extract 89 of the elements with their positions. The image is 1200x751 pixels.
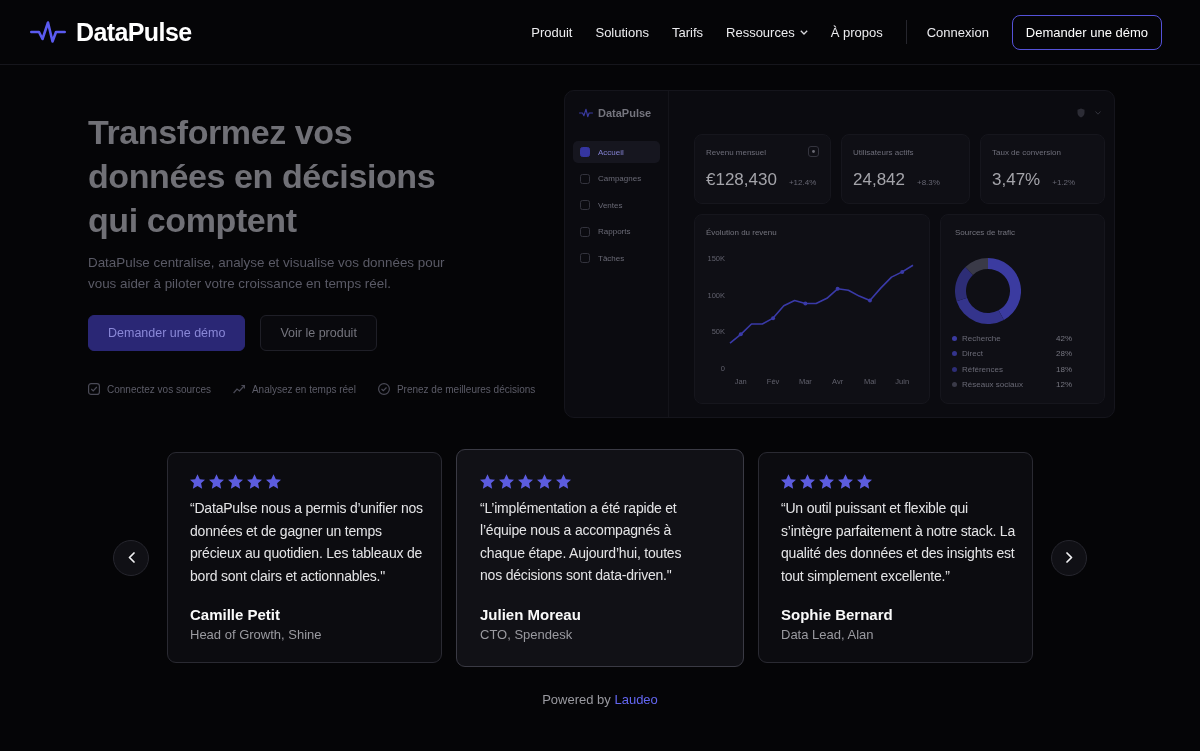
line-series bbox=[729, 264, 914, 344]
star-icon bbox=[247, 474, 262, 489]
chevron-left-icon bbox=[127, 552, 135, 563]
chart-title: Évolution du revenu bbox=[705, 228, 777, 237]
donut-chart bbox=[955, 258, 1021, 324]
trend-icon bbox=[232, 383, 245, 395]
star-icon bbox=[209, 474, 224, 489]
star-icon bbox=[228, 474, 243, 489]
kpi-label: Taux de conversion bbox=[992, 148, 1061, 157]
star-icon bbox=[518, 473, 533, 489]
donut-slice bbox=[965, 258, 988, 275]
kpi-value: 3,47% bbox=[992, 170, 1041, 190]
pulse-logo-icon bbox=[30, 20, 66, 44]
star-icon bbox=[537, 473, 552, 489]
author-name: Julien Moreau bbox=[480, 605, 581, 623]
kpi-change: +12.4% bbox=[788, 178, 817, 187]
sidebar-item[interactable]: Tâches bbox=[573, 247, 660, 269]
sidebar-item[interactable]: Campagnes bbox=[573, 167, 660, 190]
sidebar-item[interactable]: Rapports bbox=[573, 220, 660, 243]
chart-title: Sources de trafic bbox=[954, 228, 1016, 237]
nav-link[interactable]: À propos bbox=[830, 24, 883, 40]
hero-subtitle: DataPulse centralise, analyse et visualise vos données pour vous aider à piloter votre croissance en temps réel. bbox=[88, 254, 446, 293]
kpi-value: 24,842 bbox=[853, 170, 905, 190]
kpi-label: Revenu mensuel bbox=[706, 148, 767, 157]
author-role: CTO, Spendesk bbox=[480, 626, 573, 642]
demo-button[interactable]: Demander une démo bbox=[1011, 14, 1162, 50]
star-icon bbox=[556, 473, 571, 489]
demo-button[interactable]: Demander une démo bbox=[88, 315, 246, 351]
legend-label: Recherche bbox=[962, 333, 1001, 343]
login-link[interactable]: Connexion bbox=[926, 24, 989, 40]
legend-label: Direct bbox=[962, 349, 983, 359]
legend-value: 42% bbox=[1056, 333, 1072, 343]
square-icon bbox=[580, 226, 590, 237]
kpi-change: +8.3% bbox=[917, 178, 940, 187]
brand-name: DataPulse bbox=[76, 17, 192, 47]
previous-button[interactable] bbox=[113, 539, 149, 576]
star-icon bbox=[857, 474, 872, 489]
legend-label: Réseaux sociaux bbox=[962, 380, 1023, 390]
star-icon bbox=[499, 473, 514, 489]
check-circle-icon bbox=[377, 383, 390, 395]
product-button[interactable]: Voir le produit bbox=[260, 315, 377, 351]
nav-link[interactable]: Tarifs bbox=[671, 24, 703, 40]
hero-title: Transformez vos données en décisions qui comptent bbox=[88, 112, 437, 241]
sidebar-item[interactable]: Ventes bbox=[573, 194, 660, 216]
donut-slice bbox=[956, 297, 1004, 324]
star-icon bbox=[838, 474, 853, 489]
chevron-right-icon bbox=[1065, 552, 1073, 563]
kpi-value: €128,430 bbox=[706, 170, 777, 190]
feature-text: Prenez de meilleures décisions bbox=[396, 383, 536, 395]
legend-value: 18% bbox=[1056, 364, 1072, 374]
chevron-down-icon bbox=[1095, 111, 1101, 115]
square-icon bbox=[580, 200, 590, 210]
nav-link[interactable]: Produit bbox=[531, 24, 573, 40]
nav-link[interactable]: Solutions bbox=[595, 24, 649, 40]
laudeo-link[interactable]: Laudeo bbox=[614, 692, 658, 707]
star-icon bbox=[800, 474, 815, 489]
donut-slice bbox=[988, 258, 1021, 320]
square-icon bbox=[580, 173, 590, 184]
powered-by-text: Powered by Laudeo bbox=[542, 692, 658, 707]
sidebar-item[interactable]: Accueil bbox=[573, 141, 660, 163]
star-icon bbox=[781, 474, 796, 489]
star-icon bbox=[190, 474, 205, 489]
legend-value: 28% bbox=[1056, 349, 1072, 359]
nav-link[interactable]: Ressources bbox=[726, 24, 808, 40]
testimonial-quote: “DataPulse nous a permis d’unifier nos données et de gagner un temps précieux au quotidien. Les tableaux de bord sont clairs et actionnables." bbox=[190, 499, 424, 586]
author-role: Head of Growth, Shine bbox=[190, 627, 322, 642]
author-role: Data Lead, Alan bbox=[781, 627, 874, 642]
square-icon bbox=[580, 147, 590, 157]
author-name: Camille Petit bbox=[190, 606, 281, 623]
shield-icon bbox=[1077, 108, 1085, 118]
caret-icon bbox=[799, 29, 808, 35]
brand-name: DataPulse bbox=[598, 107, 652, 119]
feature-text: Analysez en temps réel bbox=[251, 383, 356, 395]
kpi-label: Utilisateurs actifs bbox=[853, 148, 914, 157]
square-icon bbox=[580, 253, 590, 263]
star-icon bbox=[266, 474, 281, 489]
kpi-change: +1.2% bbox=[1052, 178, 1076, 187]
star-icon bbox=[819, 474, 834, 489]
author-name: Sophie Bernard bbox=[781, 606, 893, 623]
legend-label: Références bbox=[962, 364, 1003, 374]
next-button[interactable] bbox=[1051, 539, 1087, 576]
legend-value: 12% bbox=[1056, 380, 1072, 390]
checkbox-icon bbox=[88, 383, 100, 395]
testimonial-quote: “L’implémentation a été rapide et l’équipe nous a accompagnés à chaque étape. Aujourd’hui, toutes nos décisions sont data-driven." bbox=[480, 498, 683, 585]
testimonial-quote: “Un outil puissant et flexible qui s’intègre parfaitement à notre stack. La qualité des données et des insights est tout simplement excellente.” bbox=[781, 499, 1017, 586]
donut-slice bbox=[955, 266, 973, 302]
pulse-logo-icon bbox=[579, 108, 593, 118]
feature-text: Connectez vos sources bbox=[107, 383, 211, 395]
star-icon bbox=[480, 473, 495, 489]
